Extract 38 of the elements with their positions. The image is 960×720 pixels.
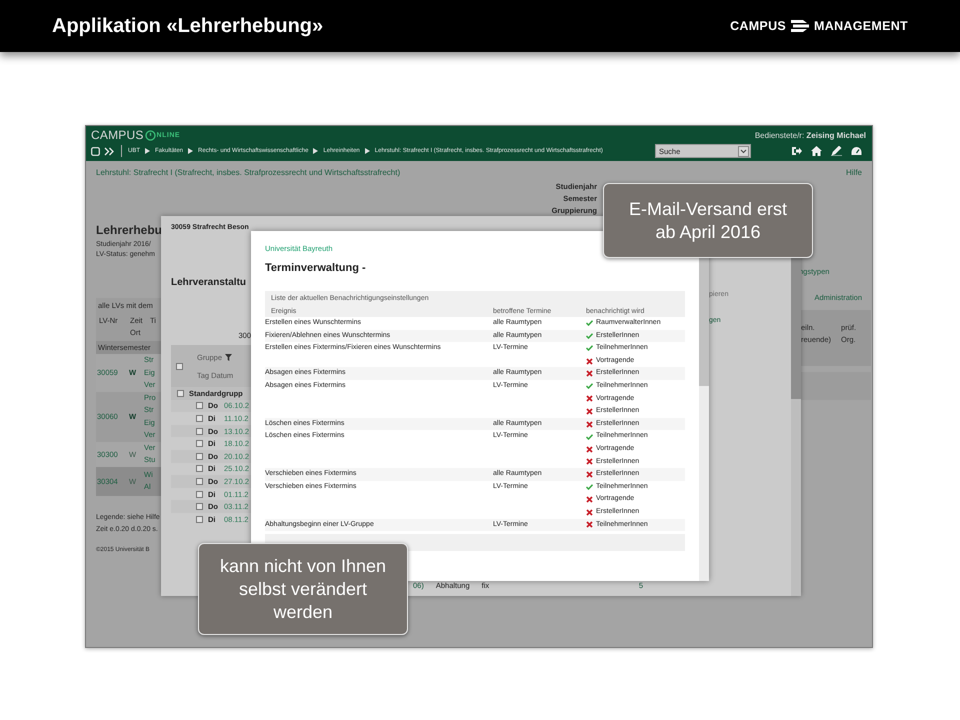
caret-icon [188,148,194,154]
checkbox[interactable] [196,402,203,410]
checkbox[interactable] [196,452,203,460]
dashboard-icon[interactable] [851,146,862,156]
help-link[interactable]: Hilfe [846,168,862,177]
page-heading: Lehrstuhl: Strafrecht I (Strafrecht, insbes. Strafprozessrecht und Wirtschaftsstrafrecht) [96,168,400,177]
checkbox[interactable] [196,465,203,472]
logout-icon[interactable] [791,146,802,156]
slide-title: Applikation «Lehrerhebung» [52,14,324,38]
checkbox[interactable] [177,390,184,397]
user-name: Bedienstete/r: Zeising Michael [754,130,866,140]
brand-name: CAMPUS [730,19,786,33]
filter-icon[interactable] [225,354,232,360]
square-icon[interactable] [91,146,100,156]
checkbox[interactable] [196,478,203,485]
double-chevron-icon[interactable] [104,146,115,156]
power-icon [144,130,156,140]
checkbox[interactable] [196,414,203,422]
checkbox[interactable] [196,440,203,448]
home-icon[interactable] [811,146,822,156]
checkbox[interactable] [196,516,203,523]
dialog-title: Terminverwaltung - [265,262,367,274]
callout-tooltip: kann nicht von Ihnen selbst verändert werden [198,543,408,635]
caret-icon [313,148,318,154]
checkbox[interactable] [196,503,203,510]
checkbox[interactable] [196,428,203,435]
edit-icon[interactable] [831,146,842,156]
logo-icon [789,19,812,33]
brand-name: MANAGEMENT [814,19,908,33]
caret-icon [738,146,749,156]
caret-icon [364,148,370,154]
page-title: Lehrerhebu [96,223,162,237]
logo-text: CAMPUS [91,128,144,142]
dialog-heading: Lehrveranstaltu [171,277,248,288]
checkbox[interactable] [196,490,203,498]
checkbox[interactable] [176,362,183,370]
caret-icon [145,148,150,154]
callout-tooltip: E-Mail-Versand erst ab April 2016 [603,183,813,258]
